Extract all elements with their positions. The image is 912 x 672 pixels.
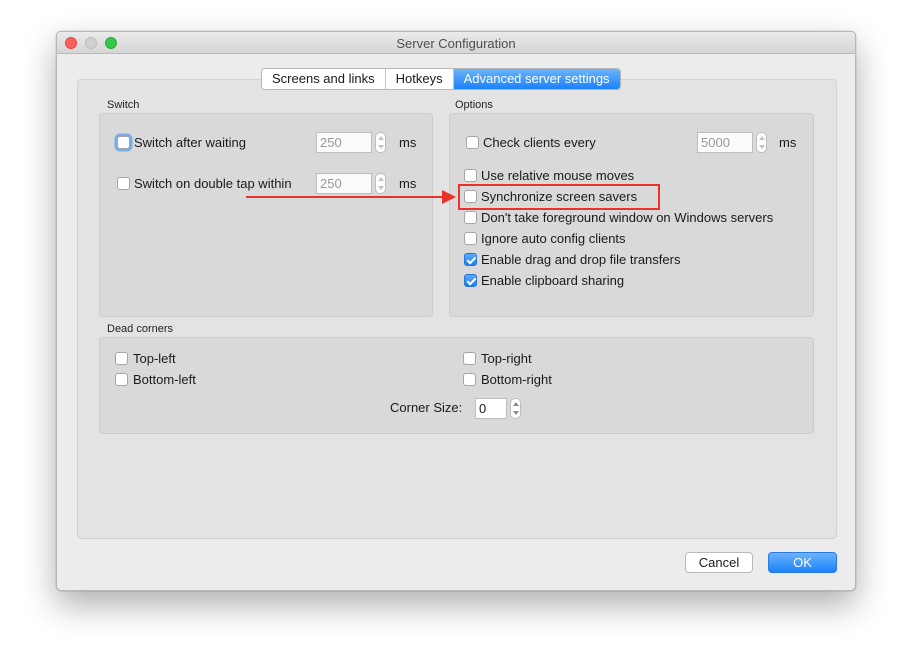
- highlight-box: [458, 184, 660, 210]
- top-left-checkbox[interactable]: [115, 352, 128, 365]
- ignore-auto-config-label[interactable]: Ignore auto config clients: [481, 231, 626, 246]
- switch-after-waiting-label[interactable]: Switch after waiting: [134, 135, 246, 150]
- options-group-title: Options: [455, 99, 493, 111]
- foreground-window-label[interactable]: Don't take foreground window on Windows …: [481, 210, 773, 225]
- title-bar[interactable]: Server Configuration: [57, 32, 855, 54]
- switch-after-waiting-checkbox[interactable]: [117, 136, 130, 149]
- switch-double-tap-label[interactable]: Switch on double tap within: [134, 176, 292, 191]
- bottom-right-checkbox[interactable]: [463, 373, 476, 386]
- ignore-auto-config-checkbox[interactable]: [464, 232, 477, 245]
- switch-group-title: Switch: [107, 99, 140, 111]
- ok-button[interactable]: OK: [768, 552, 837, 573]
- relative-mouse-moves-checkbox[interactable]: [464, 169, 477, 182]
- annotation-arrow-icon: [442, 190, 456, 204]
- dead-corners-group-title: Dead corners: [107, 323, 174, 335]
- relative-mouse-moves-label[interactable]: Use relative mouse moves: [481, 168, 634, 183]
- clipboard-sharing-checkbox[interactable]: [464, 274, 477, 287]
- top-left-label[interactable]: Top-left: [133, 351, 176, 366]
- check-clients-checkbox[interactable]: [466, 136, 479, 149]
- switch-after-waiting-unit: ms: [399, 135, 417, 150]
- annotation-arrow-shaft: [246, 196, 444, 198]
- corner-size-stepper[interactable]: [510, 398, 521, 419]
- top-right-label[interactable]: Top-right: [481, 351, 532, 366]
- window-title: Server Configuration: [396, 36, 516, 51]
- top-right-checkbox[interactable]: [463, 352, 476, 365]
- bottom-left-checkbox[interactable]: [115, 373, 128, 386]
- tab-screens-and-links[interactable]: Screens and links: [262, 69, 386, 89]
- tab-advanced-server-settings[interactable]: Advanced server settings: [453, 69, 620, 89]
- corner-size-input[interactable]: 0: [475, 398, 507, 419]
- check-clients-input[interactable]: 5000: [697, 132, 753, 153]
- check-clients-unit: ms: [779, 135, 797, 150]
- bottom-right-label[interactable]: Bottom-right: [481, 372, 552, 387]
- drag-drop-transfers-checkbox[interactable]: [464, 253, 477, 266]
- foreground-window-checkbox[interactable]: [464, 211, 477, 224]
- drag-drop-transfers-label[interactable]: Enable drag and drop file transfers: [481, 252, 680, 267]
- switch-double-tap-input[interactable]: 250: [316, 173, 372, 194]
- clipboard-sharing-label[interactable]: Enable clipboard sharing: [481, 273, 624, 288]
- switch-after-waiting-input[interactable]: 250: [316, 132, 372, 153]
- check-clients-label[interactable]: Check clients every: [483, 135, 596, 150]
- check-clients-stepper[interactable]: [756, 132, 767, 153]
- switch-double-tap-unit: ms: [399, 176, 417, 191]
- tab-bar: Screens and links Hotkeys Advanced serve…: [261, 68, 621, 90]
- cancel-button[interactable]: Cancel: [685, 552, 753, 573]
- server-configuration-window: Server Configuration Screens and links H…: [56, 31, 856, 591]
- bottom-left-label[interactable]: Bottom-left: [133, 372, 196, 387]
- switch-after-waiting-stepper[interactable]: [375, 132, 386, 153]
- tab-hotkeys[interactable]: Hotkeys: [385, 69, 454, 89]
- corner-size-label: Corner Size:: [390, 400, 463, 415]
- switch-double-tap-checkbox[interactable]: [117, 177, 130, 190]
- dead-corners-group-box: [99, 337, 814, 434]
- switch-double-tap-stepper[interactable]: [375, 173, 386, 194]
